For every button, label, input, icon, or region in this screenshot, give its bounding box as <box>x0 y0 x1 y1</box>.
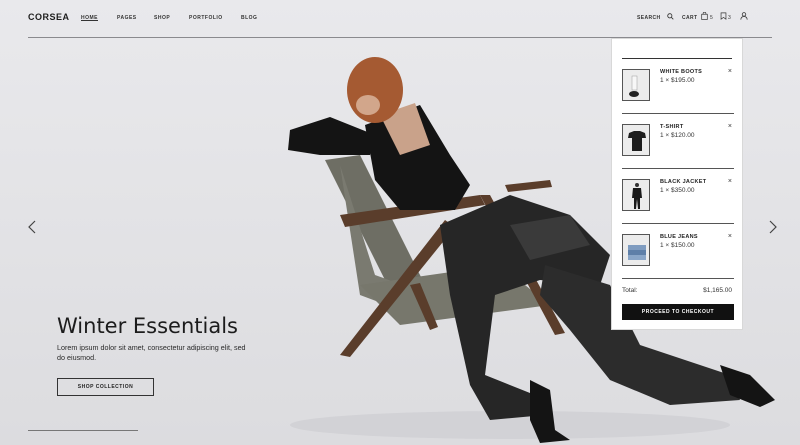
cart-item: WHITE BOOTS 1 × $195.00 × <box>622 68 734 114</box>
item-divider <box>622 223 734 224</box>
search-link[interactable]: SEARCH <box>637 15 661 21</box>
bag-icon[interactable] <box>701 12 708 20</box>
brand-logo[interactable]: CORSEA <box>28 12 70 22</box>
hero-title: Winter Essentials <box>57 314 239 338</box>
site-header: CORSEA HOME PAGES SHOP PORTFOLIO BLOG SE… <box>0 0 800 38</box>
slider-progress <box>28 430 138 431</box>
chevron-right-icon[interactable] <box>768 220 778 234</box>
remove-item-button[interactable]: × <box>728 233 732 240</box>
cart-item: BLUE JEANS 1 × $150.00 × <box>622 233 734 279</box>
item-divider <box>622 168 734 169</box>
remove-item-button[interactable]: × <box>728 178 732 185</box>
product-thumbnail[interactable] <box>622 69 650 101</box>
nav-home[interactable]: HOME <box>81 15 98 21</box>
nav-portfolio[interactable]: PORTFOLIO <box>189 15 223 21</box>
product-qty-price: 1 × $195.00 <box>660 77 695 84</box>
total-value: $1,165.00 <box>703 287 732 294</box>
nav-blog[interactable]: BLOG <box>241 15 257 21</box>
chevron-left-icon[interactable] <box>27 220 37 234</box>
cart-divider <box>622 58 732 59</box>
remove-item-button[interactable]: × <box>728 123 732 130</box>
product-name[interactable]: BLACK JACKET <box>660 179 706 185</box>
search-icon[interactable] <box>667 13 674 20</box>
cart-item: BLACK JACKET 1 × $350.00 × <box>622 178 734 224</box>
cart-link[interactable]: CART <box>682 15 698 21</box>
nav-shop[interactable]: SHOP <box>154 15 170 21</box>
product-qty-price: 1 × $350.00 <box>660 187 695 194</box>
shop-collection-button[interactable]: SHOP COLLECTION <box>57 378 154 396</box>
product-name[interactable]: BLUE JEANS <box>660 234 698 240</box>
remove-item-button[interactable]: × <box>728 68 732 75</box>
cart-count: 5 <box>710 15 713 21</box>
cart-item: T-SHIRT 1 × $120.00 × <box>622 123 734 169</box>
product-name[interactable]: T-SHIRT <box>660 124 684 130</box>
mini-cart-panel: WHITE BOOTS 1 × $195.00 × T-SHIRT 1 × $1… <box>611 38 743 330</box>
product-qty-price: 1 × $150.00 <box>660 242 695 249</box>
product-qty-price: 1 × $120.00 <box>660 132 695 139</box>
product-thumbnail[interactable] <box>622 124 650 156</box>
nav-pages[interactable]: PAGES <box>117 15 137 21</box>
proceed-to-checkout-button[interactable]: PROCEED TO CHECKOUT <box>622 304 734 320</box>
item-divider <box>622 113 734 114</box>
bookmark-icon[interactable] <box>720 12 727 20</box>
total-label: Total: <box>622 287 638 294</box>
product-thumbnail[interactable] <box>622 234 650 266</box>
user-icon[interactable] <box>740 12 748 20</box>
product-name[interactable]: WHITE BOOTS <box>660 69 702 75</box>
wishlist-count: 3 <box>728 15 731 21</box>
header-actions: SEARCH CART 5 3 <box>620 12 770 24</box>
item-divider <box>622 278 734 279</box>
hero-description: Lorem ipsum dolor sit amet, consectetur … <box>57 343 246 362</box>
product-thumbnail[interactable] <box>622 179 650 211</box>
